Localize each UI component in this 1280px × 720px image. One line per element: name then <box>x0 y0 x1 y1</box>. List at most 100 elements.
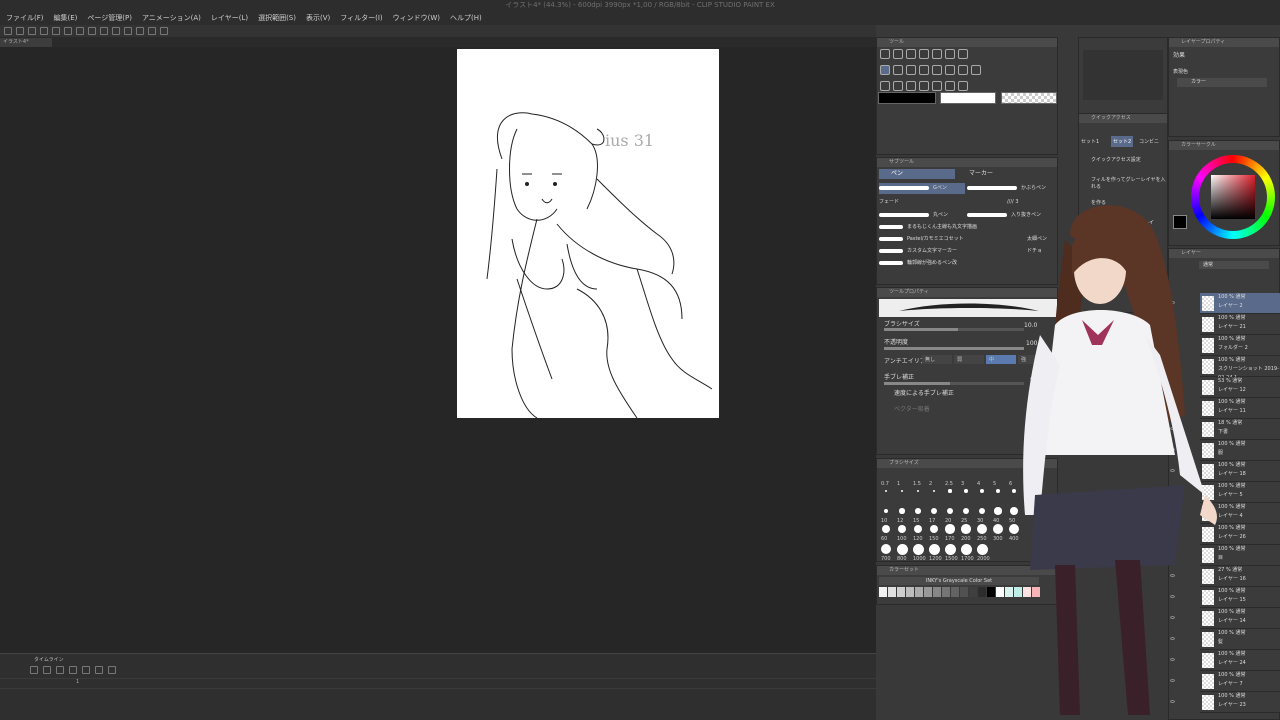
new-timeline-icon[interactable] <box>30 666 38 674</box>
timeline-track[interactable] <box>0 678 876 687</box>
color-swatch[interactable] <box>996 587 1004 597</box>
balloon-icon[interactable] <box>945 81 955 91</box>
move-icon[interactable] <box>919 49 929 59</box>
brush-size-dot[interactable] <box>883 508 889 514</box>
color-swatch[interactable] <box>951 587 959 597</box>
brush-size-dot[interactable] <box>980 489 984 493</box>
brush-kabura[interactable]: かぶらペン <box>967 183 1057 194</box>
brush-size-dot[interactable] <box>960 543 972 555</box>
undo-icon[interactable] <box>52 27 60 35</box>
color-swatch[interactable] <box>942 587 950 597</box>
brush-size-dot[interactable] <box>976 543 988 555</box>
opacity-slider[interactable] <box>884 347 1024 350</box>
menu-selection[interactable]: 選択範囲(S) <box>258 11 296 25</box>
pencil-icon[interactable] <box>893 65 903 75</box>
select-icon[interactable] <box>945 49 955 59</box>
export-icon[interactable] <box>40 27 48 35</box>
brush-fade[interactable]: フェード <box>879 197 965 208</box>
menu-layer[interactable]: レイヤー(L) <box>211 11 248 25</box>
brush-size-dot[interactable] <box>912 543 924 555</box>
pen-icon[interactable] <box>880 65 890 75</box>
brush-size-dot[interactable] <box>897 524 907 534</box>
airbrush-icon[interactable] <box>919 65 929 75</box>
brush-size-slider[interactable] <box>884 328 1024 331</box>
menu-help[interactable]: ヘルプ(H) <box>450 11 482 25</box>
settings-icon[interactable] <box>76 27 84 35</box>
menu-window[interactable]: ウィンドウ(W) <box>393 11 440 25</box>
figure-icon[interactable] <box>893 81 903 91</box>
color-swatch[interactable] <box>915 587 923 597</box>
eraser-icon[interactable] <box>945 65 955 75</box>
tab-pen[interactable]: ペン <box>879 169 955 179</box>
brush-size-dot[interactable] <box>995 488 1001 494</box>
frame-icon[interactable] <box>906 81 916 91</box>
antialias-none[interactable]: 無し <box>922 355 952 364</box>
brush-size-dot[interactable] <box>899 508 905 514</box>
sub-color-swatch[interactable] <box>940 92 996 104</box>
qa-tab-combini[interactable]: コンビニ <box>1139 138 1159 145</box>
brush-maru[interactable]: 丸ペン <box>879 210 965 221</box>
first-frame-icon[interactable] <box>43 666 51 674</box>
brush-size-dot[interactable] <box>961 524 971 534</box>
brush-custom-marker[interactable]: カスタム文字マーカー <box>879 246 965 257</box>
text-icon[interactable] <box>932 81 942 91</box>
brush-size-dot[interactable] <box>880 543 892 555</box>
brush-size-dot[interactable] <box>945 524 955 534</box>
canvas-area[interactable] <box>0 47 876 653</box>
brush-size-dot[interactable] <box>913 524 923 534</box>
decoration-icon[interactable] <box>932 65 942 75</box>
color-swatch[interactable] <box>924 587 932 597</box>
loop-icon[interactable] <box>108 666 116 674</box>
new-file-icon[interactable] <box>4 27 12 35</box>
document-tab[interactable]: イラスト4* <box>0 38 52 47</box>
brush-size-dot[interactable] <box>900 489 904 493</box>
brush-size-dot[interactable] <box>964 489 968 493</box>
menu-edit[interactable]: 編集(E) <box>54 11 78 25</box>
gradient-icon[interactable] <box>880 81 890 91</box>
correct-line-icon[interactable] <box>958 81 968 91</box>
fill-tool-icon[interactable] <box>971 65 981 75</box>
grid-icon[interactable] <box>160 27 168 35</box>
hand-icon[interactable] <box>893 49 903 59</box>
next-frame-icon[interactable] <box>82 666 90 674</box>
qa-tab-set1[interactable]: セット1 <box>1081 138 1099 145</box>
qa-item-gray-layer[interactable]: フィルを作ってグレーレイヤを入れる <box>1091 176 1167 190</box>
brush-size-dot[interactable] <box>885 490 887 492</box>
brush-icon[interactable] <box>906 65 916 75</box>
tab-marker[interactable]: マーカー <box>957 169 1033 179</box>
brush-size-dot[interactable] <box>929 524 939 534</box>
brush-pastel[interactable]: Pastel/カモミエコセット <box>879 234 965 245</box>
brush-size-dot[interactable] <box>916 489 920 493</box>
color-swatch[interactable] <box>969 587 977 597</box>
expression-select[interactable]: カラー <box>1177 78 1267 87</box>
antialias-weak[interactable]: 弱 <box>954 355 984 364</box>
brush-size-dot[interactable] <box>928 543 940 555</box>
color-swatch[interactable] <box>978 587 986 597</box>
brush-size-dot[interactable] <box>978 507 986 515</box>
menu-animation[interactable]: アニメーション(A) <box>142 11 201 25</box>
lasso-icon[interactable] <box>932 49 942 59</box>
redo-icon[interactable] <box>64 27 72 35</box>
color-swatch[interactable] <box>906 587 914 597</box>
zoom-out-icon[interactable] <box>906 49 916 59</box>
menu-filter[interactable]: フィルター(I) <box>340 11 382 25</box>
qa-item-settings[interactable]: クイックアクセス設定 <box>1091 156 1141 163</box>
brush-size-dot[interactable] <box>946 507 954 515</box>
color-swatch[interactable] <box>879 587 887 597</box>
ruler-tool-icon[interactable] <box>919 81 929 91</box>
open-file-icon[interactable] <box>16 27 24 35</box>
brush-size-dot[interactable] <box>931 508 937 514</box>
snap-icon[interactable] <box>136 27 144 35</box>
last-frame-icon[interactable] <box>95 666 103 674</box>
eyedropper-icon[interactable] <box>958 49 968 59</box>
select-all-icon[interactable] <box>112 27 120 35</box>
menu-view[interactable]: 表示(V) <box>306 11 330 25</box>
color-swatch[interactable] <box>888 587 896 597</box>
timeline-track[interactable] <box>0 688 876 697</box>
brush-g-pen[interactable]: Gペン <box>879 183 965 194</box>
brush-size-dot[interactable] <box>896 543 908 555</box>
brush-size-dot[interactable] <box>932 489 936 493</box>
brush-size-dot[interactable] <box>962 507 970 515</box>
play-icon[interactable] <box>69 666 77 674</box>
color-swatch[interactable] <box>987 587 995 597</box>
